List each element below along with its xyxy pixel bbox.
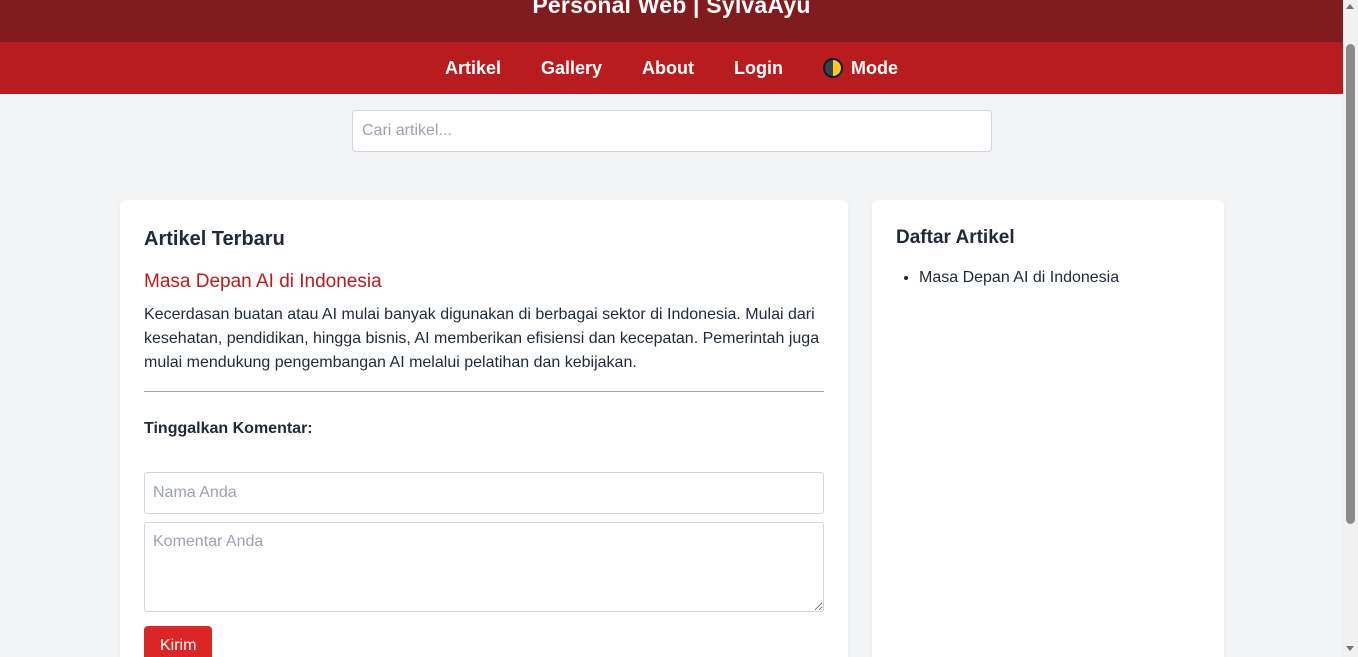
article-list-link[interactable]: Masa Depan AI di Indonesia <box>919 269 1119 286</box>
article-list-item: Masa Depan AI di Indonesia <box>919 269 1200 287</box>
article-list-card: Daftar Artikel Masa Depan AI di Indonesi… <box>872 200 1224 657</box>
search-bar <box>352 110 992 152</box>
nav-link-artikel[interactable]: Artikel <box>445 58 501 79</box>
comment-form-label: Tinggalkan Komentar: <box>144 420 313 437</box>
latest-articles-heading: Artikel Terbaru <box>144 228 285 250</box>
article-divider <box>144 391 824 392</box>
comment-textarea[interactable] <box>144 522 824 612</box>
latest-articles-card: Artikel Terbaru Masa Depan AI di Indones… <box>120 200 848 657</box>
half-moon-toggle-icon <box>823 58 844 78</box>
mode-toggle-button[interactable]: Mode <box>823 58 898 79</box>
nav-link-gallery[interactable]: Gallery <box>541 58 602 79</box>
commenter-name-input[interactable] <box>144 472 824 514</box>
site-title: Personal Web | SylvaAyu <box>532 0 811 18</box>
scroll-down-icon[interactable] <box>1346 646 1354 651</box>
article-body: Kecerdasan buatan atau AI mulai banyak d… <box>144 306 820 371</box>
nav-link-about[interactable]: About <box>642 58 694 79</box>
main-navbar: Artikel Gallery About Login Mode <box>0 42 1343 94</box>
scrollbar-thumb[interactable] <box>1346 44 1355 524</box>
mode-toggle-label: Mode <box>851 57 899 78</box>
article-list: Masa Depan AI di Indonesia <box>896 269 1200 287</box>
article-list-heading: Daftar Artikel <box>896 227 1015 248</box>
page-scrollbar[interactable] <box>1343 0 1358 657</box>
nav-link-login[interactable]: Login <box>734 58 783 79</box>
article-title-link[interactable]: Masa Depan AI di Indonesia <box>144 271 824 293</box>
scroll-up-icon[interactable] <box>1346 4 1354 9</box>
site-header: Personal Web | SylvaAyu <box>0 0 1343 42</box>
search-input[interactable] <box>352 110 992 152</box>
submit-comment-button[interactable]: Kirim <box>144 626 213 657</box>
